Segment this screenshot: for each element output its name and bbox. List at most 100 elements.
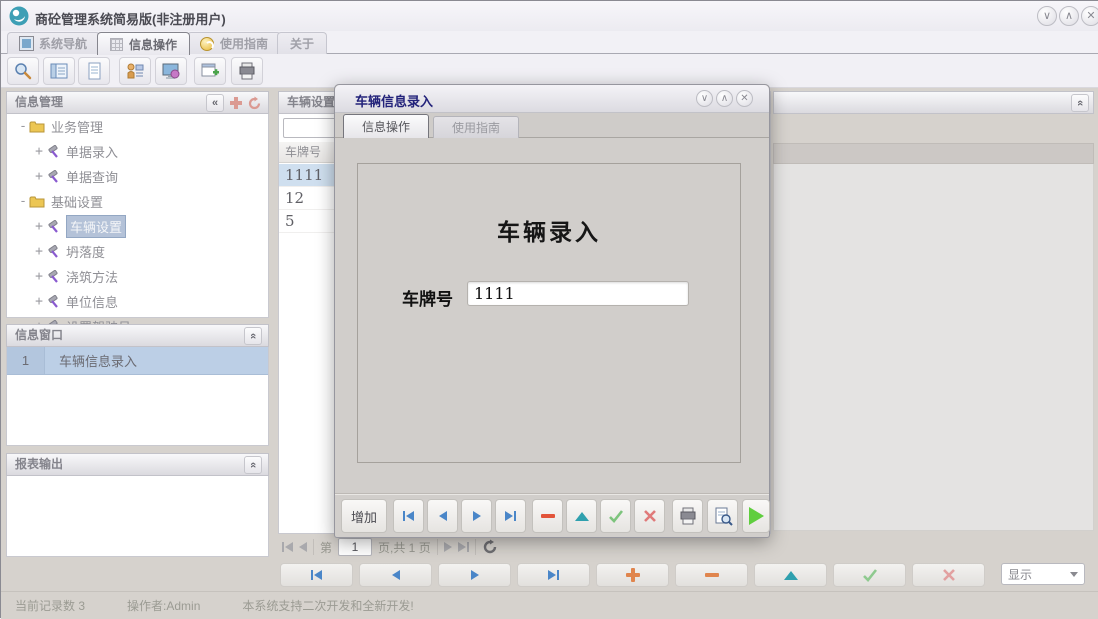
collapse-panel-button[interactable]: « [244,456,262,474]
next-icon [472,511,481,521]
tree-item-slump[interactable]: + 坍落度 [7,239,268,264]
separator [313,539,314,555]
main-tab-strip: 系统导航 信息操作 使用指南 关于 [1,31,1098,55]
nav-last-button[interactable] [517,563,590,587]
dialog-minimize-button[interactable]: ∨ [696,90,713,107]
window-minimize-button[interactable]: ∨ [1037,6,1057,26]
tab-label: 关于 [290,37,315,51]
expander-icon[interactable]: + [33,144,45,159]
tree-item-document-query[interactable]: + 单据查询 [7,164,268,189]
window-close-button[interactable]: ✕ [1081,6,1098,26]
nav-prev-button[interactable] [359,563,432,587]
user-guide-icon [200,36,214,51]
dialog-execute-button[interactable] [742,499,770,533]
dialog-save-button[interactable] [600,499,631,533]
user-tasks-icon [127,63,144,79]
expander-icon[interactable]: - [17,119,29,134]
expander-icon[interactable]: + [33,219,45,234]
tree-item-label: 基础设置 [51,195,104,210]
tab-label: 系统导航 [39,37,88,51]
dialog-cancel-button[interactable] [634,499,665,533]
dialog-first-button[interactable] [393,499,424,533]
add-icon[interactable] [230,97,242,109]
last-page-button[interactable] [457,542,469,552]
tree-item-document-entry[interactable]: + 单据录入 [7,139,268,164]
add-button[interactable]: 增加 [341,499,387,533]
tab-user-guide[interactable]: 使用指南 [187,32,282,54]
edit-icon [783,570,798,580]
window-title: 商砼管理系统简易版(非注册用户) [35,12,226,27]
dialog-next-button[interactable] [461,499,492,533]
form-box [357,163,741,463]
collapse-right-panel-button[interactable]: « [1071,94,1089,112]
dialog-tab-info-operation[interactable]: 信息操作 [343,114,429,138]
panel-header-info-management: 信息管理 « [6,91,269,114]
report-output-list [6,476,269,557]
delete-record-button[interactable] [675,563,748,587]
dialog-print-preview-button[interactable] [707,499,738,533]
minus-icon [704,573,719,577]
first-page-button[interactable] [282,542,293,552]
window-maximize-button[interactable]: ∧ [1059,6,1079,26]
dialog-title: 车辆信息录入 [355,94,434,109]
tab-label: 信息操作 [129,37,178,52]
nav-next-button[interactable] [438,563,511,587]
new-window-button[interactable] [194,57,226,85]
plate-number-input[interactable] [467,281,689,306]
collapse-panel-button[interactable]: « [244,327,262,345]
dialog-print-button[interactable] [672,499,703,533]
refresh-grid-icon[interactable] [482,539,498,555]
save-record-button[interactable] [833,563,906,587]
display-dropdown[interactable]: 显示 [1001,563,1085,585]
expander-icon[interactable]: + [33,269,45,284]
app-window: 商砼管理系统简易版(非注册用户) ∨ ∧ ✕ 系统导航 信息操作 使用指南 关于 [0,0,1098,619]
tree-item-basic-settings[interactable]: - 基础设置 [7,189,268,214]
dialog-last-button[interactable] [495,499,526,533]
page-label-suffix: 页,共 1 页 [378,540,431,555]
dialog-delete-button[interactable] [532,499,563,533]
nav-first-button[interactable] [280,563,353,587]
app-logo-icon [9,6,29,26]
list-view-button[interactable] [43,57,75,85]
record-count-text: 当前记录数 3 [15,599,86,613]
tab-about[interactable]: 关于 [277,32,328,54]
prev-page-button[interactable] [299,542,307,552]
dialog-tab-user-guide[interactable]: 使用指南 [433,116,519,138]
tree-item-business-management[interactable]: - 业务管理 [7,114,268,139]
tab-system-navigation[interactable]: 系统导航 [7,32,101,54]
dialog-edit-button[interactable] [566,499,597,533]
first-icon [311,570,322,580]
dialog-close-button[interactable]: ✕ [736,90,753,107]
x-icon [942,569,955,581]
expander-icon[interactable]: + [33,244,45,259]
cancel-record-button[interactable] [912,563,985,587]
tree-item-pouring-method[interactable]: + 浇筑方法 [7,264,268,289]
document-button[interactable] [78,57,110,85]
refresh-icon[interactable] [247,96,262,111]
add-record-button[interactable] [596,563,669,587]
printer-button[interactable] [231,57,263,85]
tab-information-operation[interactable]: 信息操作 [97,32,191,55]
edit-record-button[interactable] [754,563,827,587]
right-panel-content [773,164,1094,531]
plate-number-label: 车牌号 [402,290,453,310]
last-icon [505,511,516,521]
check-icon [608,510,623,523]
info-window-item-vehicle-entry[interactable]: 1 车辆信息录入 [7,347,268,375]
chevron-down-icon [1070,571,1078,577]
tree-item-label: 业务管理 [51,120,104,135]
collapse-left-button[interactable]: « [206,94,224,112]
page-number-input[interactable] [338,538,373,556]
user-tasks-button[interactable] [119,57,151,85]
dialog-prev-button[interactable] [427,499,458,533]
dialog-maximize-button[interactable]: ∧ [716,90,733,107]
monitor-button[interactable] [155,57,187,85]
tree-item-vehicle-settings[interactable]: + 车辆设置 [7,214,268,239]
expander-icon[interactable]: + [33,294,45,309]
next-page-button[interactable] [443,542,452,552]
status-bar: 当前记录数 3 操作者:Admin 本系统支持二次开发和全新开发! [1,591,1098,619]
expander-icon[interactable]: + [33,169,45,184]
expander-icon[interactable]: - [17,194,29,209]
search-button[interactable] [7,57,39,85]
tree-item-unit-info[interactable]: + 单位信息 [7,289,268,314]
